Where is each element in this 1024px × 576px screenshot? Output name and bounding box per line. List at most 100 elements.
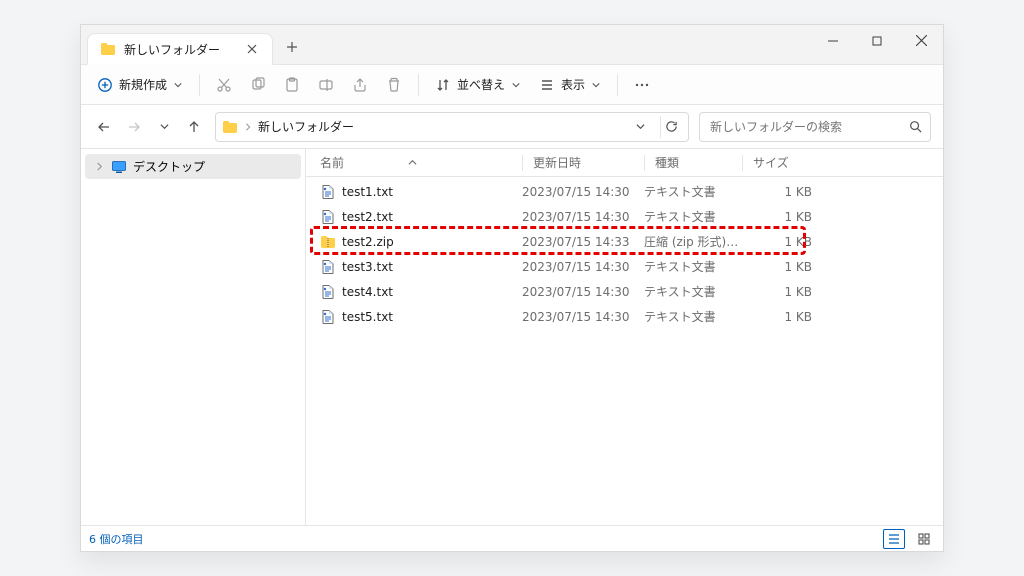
refresh-button[interactable] <box>660 116 682 138</box>
file-row[interactable]: test4.txt2023/07/15 14:30テキスト文書1 KB <box>306 279 943 304</box>
new-button[interactable]: 新規作成 <box>89 72 191 97</box>
file-date: 2023/07/15 14:30 <box>522 210 644 224</box>
ellipsis-icon <box>634 77 650 93</box>
tree-item-desktop[interactable]: デスクトップ <box>85 154 301 179</box>
paste-button[interactable] <box>276 73 308 97</box>
column-label: 名前 <box>320 154 344 171</box>
column-size[interactable]: サイズ <box>742 149 822 176</box>
tiles-view-button[interactable] <box>913 529 935 549</box>
rename-icon <box>318 77 334 93</box>
file-type: テキスト文書 <box>644 258 742 275</box>
tree-item-label: デスクトップ <box>133 158 205 175</box>
view-list-icon <box>539 77 555 93</box>
file-type: テキスト文書 <box>644 208 742 225</box>
view-button[interactable]: 表示 <box>531 72 609 97</box>
close-window-button[interactable] <box>899 25 943 57</box>
search-input[interactable] <box>708 119 902 135</box>
address-dropdown[interactable] <box>630 117 650 137</box>
file-date: 2023/07/15 14:30 <box>522 260 644 274</box>
cut-button[interactable] <box>208 73 240 97</box>
file-size: 1 KB <box>742 260 822 274</box>
file-name: test2.zip <box>342 235 394 249</box>
share-icon <box>352 77 368 93</box>
trash-icon <box>386 77 402 93</box>
text-file-icon <box>320 259 336 275</box>
sort-asc-icon <box>408 158 417 167</box>
maximize-button[interactable] <box>855 25 899 57</box>
column-label: 種類 <box>655 154 679 171</box>
sort-button-label: 並べ替え <box>457 76 505 93</box>
search-box[interactable] <box>699 112 931 142</box>
minimize-button[interactable] <box>811 25 855 57</box>
file-name: test3.txt <box>342 260 393 274</box>
window-buttons <box>811 25 943 64</box>
body: デスクトップ 名前 更新日時 <box>81 149 943 525</box>
folder-icon <box>222 119 238 135</box>
column-headers: 名前 更新日時 種類 サイズ <box>306 149 943 177</box>
copy-button[interactable] <box>242 73 274 97</box>
file-name: test4.txt <box>342 285 393 299</box>
text-file-icon <box>320 209 336 225</box>
sort-button[interactable]: 並べ替え <box>427 72 529 97</box>
plus-circle-icon <box>97 77 113 93</box>
file-size: 1 KB <box>742 310 822 324</box>
separator <box>617 74 618 96</box>
rename-button[interactable] <box>310 73 342 97</box>
forward-button[interactable] <box>123 116 145 138</box>
more-button[interactable] <box>626 73 658 97</box>
file-name: test1.txt <box>342 185 393 199</box>
text-file-icon <box>320 309 336 325</box>
status-text: 6 個の項目 <box>89 531 144 547</box>
up-button[interactable] <box>183 116 205 138</box>
file-type: テキスト文書 <box>644 308 742 325</box>
navigation-pane[interactable]: デスクトップ <box>81 149 306 525</box>
file-name: test2.txt <box>342 210 393 224</box>
explorer-window: 新しいフォルダー <box>80 24 944 552</box>
chevron-right-icon <box>244 123 252 131</box>
column-date[interactable]: 更新日時 <box>522 149 644 176</box>
separator <box>418 74 419 96</box>
file-row[interactable]: test3.txt 2023/07/15 14:30テキスト文書1 KB <box>306 254 943 279</box>
file-date: 2023/07/15 14:30 <box>522 285 644 299</box>
back-button[interactable] <box>93 116 115 138</box>
tab-strip: 新しいフォルダー <box>81 25 307 64</box>
nav-buttons <box>93 116 205 138</box>
tab-active[interactable]: 新しいフォルダー <box>87 33 273 65</box>
text-file-icon <box>320 184 336 200</box>
column-name[interactable]: 名前 <box>320 149 522 176</box>
chevron-down-icon <box>591 80 601 90</box>
scissors-icon <box>216 77 232 93</box>
details-view-button[interactable] <box>883 529 905 549</box>
breadcrumb-segment[interactable]: 新しいフォルダー <box>258 118 354 135</box>
close-tab-icon[interactable] <box>242 39 262 59</box>
chevron-down-icon <box>511 80 521 90</box>
view-button-label: 表示 <box>561 76 585 93</box>
search-icon <box>908 120 922 134</box>
file-row[interactable]: test2.txt 2023/07/15 14:30テキスト文書1 KB <box>306 204 943 229</box>
address-bar[interactable]: 新しいフォルダー <box>215 112 689 142</box>
share-button[interactable] <box>344 73 376 97</box>
new-tab-button[interactable] <box>277 32 307 62</box>
chevron-right-icon[interactable] <box>93 161 105 173</box>
copy-icon <box>250 77 266 93</box>
separator <box>199 74 200 96</box>
tab-title: 新しいフォルダー <box>124 41 234 58</box>
text-file-icon <box>320 284 336 300</box>
sort-icon <box>435 77 451 93</box>
file-row[interactable]: test1.txt2023/07/15 14:30テキスト文書1 KB <box>306 179 943 204</box>
file-rows: test1.txt2023/07/15 14:30テキスト文書1 KBtest2… <box>306 177 943 329</box>
column-label: 更新日時 <box>533 154 581 171</box>
file-size: 1 KB <box>742 210 822 224</box>
delete-button[interactable] <box>378 73 410 97</box>
file-size: 1 KB <box>742 235 822 249</box>
clipboard-icon <box>284 77 300 93</box>
file-row[interactable]: test5.txt2023/07/15 14:30テキスト文書1 KB <box>306 304 943 329</box>
recent-locations-button[interactable] <box>153 116 175 138</box>
chevron-down-icon <box>173 80 183 90</box>
file-row[interactable]: test2.zip2023/07/15 14:33圧縮 (zip 形式) フォ.… <box>306 229 943 254</box>
titlebar: 新しいフォルダー <box>81 25 943 65</box>
file-list: 名前 更新日時 種類 サイズ <box>306 149 943 525</box>
column-type[interactable]: 種類 <box>644 149 742 176</box>
nav-row: 新しいフォルダー <box>81 105 943 149</box>
file-type: テキスト文書 <box>644 183 742 200</box>
